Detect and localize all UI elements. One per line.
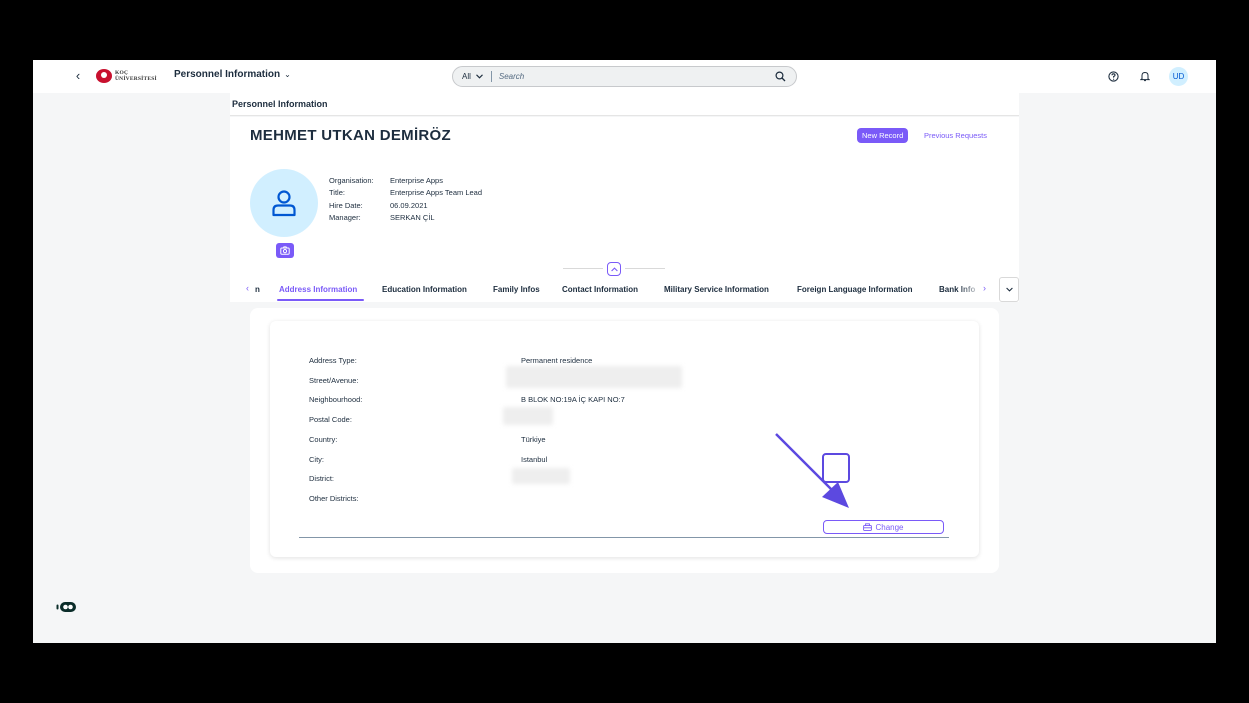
user-avatar[interactable]: UD	[1169, 67, 1188, 86]
neighbourhood-value: B BLOK NO:19A İÇ KAPI NO:7	[521, 395, 625, 404]
tab-family-infos[interactable]: Family Infos	[493, 285, 540, 294]
tab-military-service-information[interactable]: Military Service Information	[664, 285, 769, 294]
logo-emblem-icon	[96, 69, 112, 83]
search-icon[interactable]	[775, 71, 786, 82]
change-photo-button[interactable]	[276, 243, 294, 258]
back-icon[interactable]: ‹	[71, 69, 85, 83]
search-scope-select[interactable]: All	[453, 71, 492, 82]
city-label: City:	[309, 455, 324, 464]
edit-request-icon	[863, 523, 873, 531]
postal-code-label: Postal Code:	[309, 415, 352, 424]
district-label: District:	[309, 474, 334, 483]
address-type-label: Address Type:	[309, 356, 357, 365]
search-scope-label: All	[462, 72, 471, 81]
other-districts-label: Other Districts:	[309, 494, 359, 503]
divider	[625, 268, 665, 269]
app-title: Personnel Information	[174, 69, 281, 80]
object-page: Personnel Information MEHMET UTKAN DEMİR…	[230, 93, 1019, 643]
collapse-header-button[interactable]	[607, 262, 621, 276]
street-label: Street/Avenue:	[309, 376, 359, 385]
shell-actions: UD	[1105, 67, 1188, 86]
assistant-widget-icon[interactable]	[56, 601, 78, 613]
active-tab-indicator	[277, 299, 364, 301]
section-tabs: ‹ n Address Information Education Inform…	[242, 277, 1020, 302]
search-field: All Search	[452, 66, 797, 87]
detail-row-hire-date: Hire Date: 06.09.2021	[329, 200, 428, 210]
employee-header: MEHMET UTKAN DEMİRÖZ New Record Previous…	[230, 117, 1019, 302]
shell-bar: ‹ KOÇ ÜNİVERSİTESİ Personnel Information…	[33, 60, 1216, 93]
tab-bank-info[interactable]: Bank Info	[939, 285, 975, 294]
neighbourhood-label: Neighbourhood:	[309, 395, 363, 404]
city-value: Istanbul	[521, 455, 548, 464]
new-record-button[interactable]: New Record	[857, 128, 909, 143]
chevron-right-icon[interactable]: ›	[983, 283, 986, 293]
employee-photo	[250, 169, 318, 237]
logo-text: KOÇ ÜNİVERSİTESİ	[115, 70, 157, 82]
detail-row-title: Title: Enterprise Apps Team Lead	[329, 188, 483, 198]
app-window: ‹ KOÇ ÜNİVERSİTESİ Personnel Information…	[33, 60, 1216, 643]
redacted-district	[512, 468, 570, 484]
university-logo[interactable]: KOÇ ÜNİVERSİTESİ	[96, 69, 157, 83]
chevron-down-icon	[1005, 287, 1013, 292]
page-title: Personnel Information	[230, 93, 1019, 116]
previous-requests-link[interactable]: Previous Requests	[924, 128, 987, 143]
search-input[interactable]: Search	[499, 72, 796, 81]
person-icon	[272, 190, 296, 217]
notification-bell-icon[interactable]	[1137, 69, 1153, 85]
tab-address-information[interactable]: Address Information	[279, 285, 357, 294]
change-button-label: Change	[875, 522, 904, 532]
tab-contact-information[interactable]: Contact Information	[562, 285, 638, 294]
chevron-down-icon: ⌄	[284, 70, 291, 79]
help-icon[interactable]	[1105, 69, 1121, 85]
change-button[interactable]: Change	[823, 520, 944, 534]
address-type-value: Permanent residence	[521, 356, 593, 365]
employee-details: Organisation: Enterprise Apps Title: Ent…	[329, 175, 482, 224]
divider	[299, 537, 949, 538]
tab-partial[interactable]: n	[255, 285, 260, 294]
camera-icon	[280, 246, 290, 255]
divider	[563, 268, 603, 269]
detail-row-manager: Manager: SERKAN ÇİL	[329, 212, 435, 222]
chevron-down-icon	[476, 74, 483, 79]
chevron-up-icon	[610, 266, 618, 271]
address-section: Address Type: Permanent residence Street…	[250, 308, 999, 573]
chevron-left-icon[interactable]: ‹	[246, 283, 249, 293]
employee-name: MEHMET UTKAN DEMİRÖZ	[250, 127, 451, 144]
country-value: Türkiye	[521, 435, 546, 444]
address-card: Address Type: Permanent residence Street…	[270, 321, 979, 557]
redacted-postal-code	[503, 407, 553, 425]
tab-education-information[interactable]: Education Information	[382, 285, 467, 294]
tab-foreign-language-information[interactable]: Foreign Language Information	[797, 285, 913, 294]
app-title-menu[interactable]: Personnel Information ⌄	[174, 69, 291, 80]
redacted-street	[506, 366, 682, 388]
tab-overflow-button[interactable]	[999, 277, 1019, 302]
detail-row-organisation: Organisation: Enterprise Apps	[329, 176, 443, 185]
country-label: Country:	[309, 435, 338, 444]
